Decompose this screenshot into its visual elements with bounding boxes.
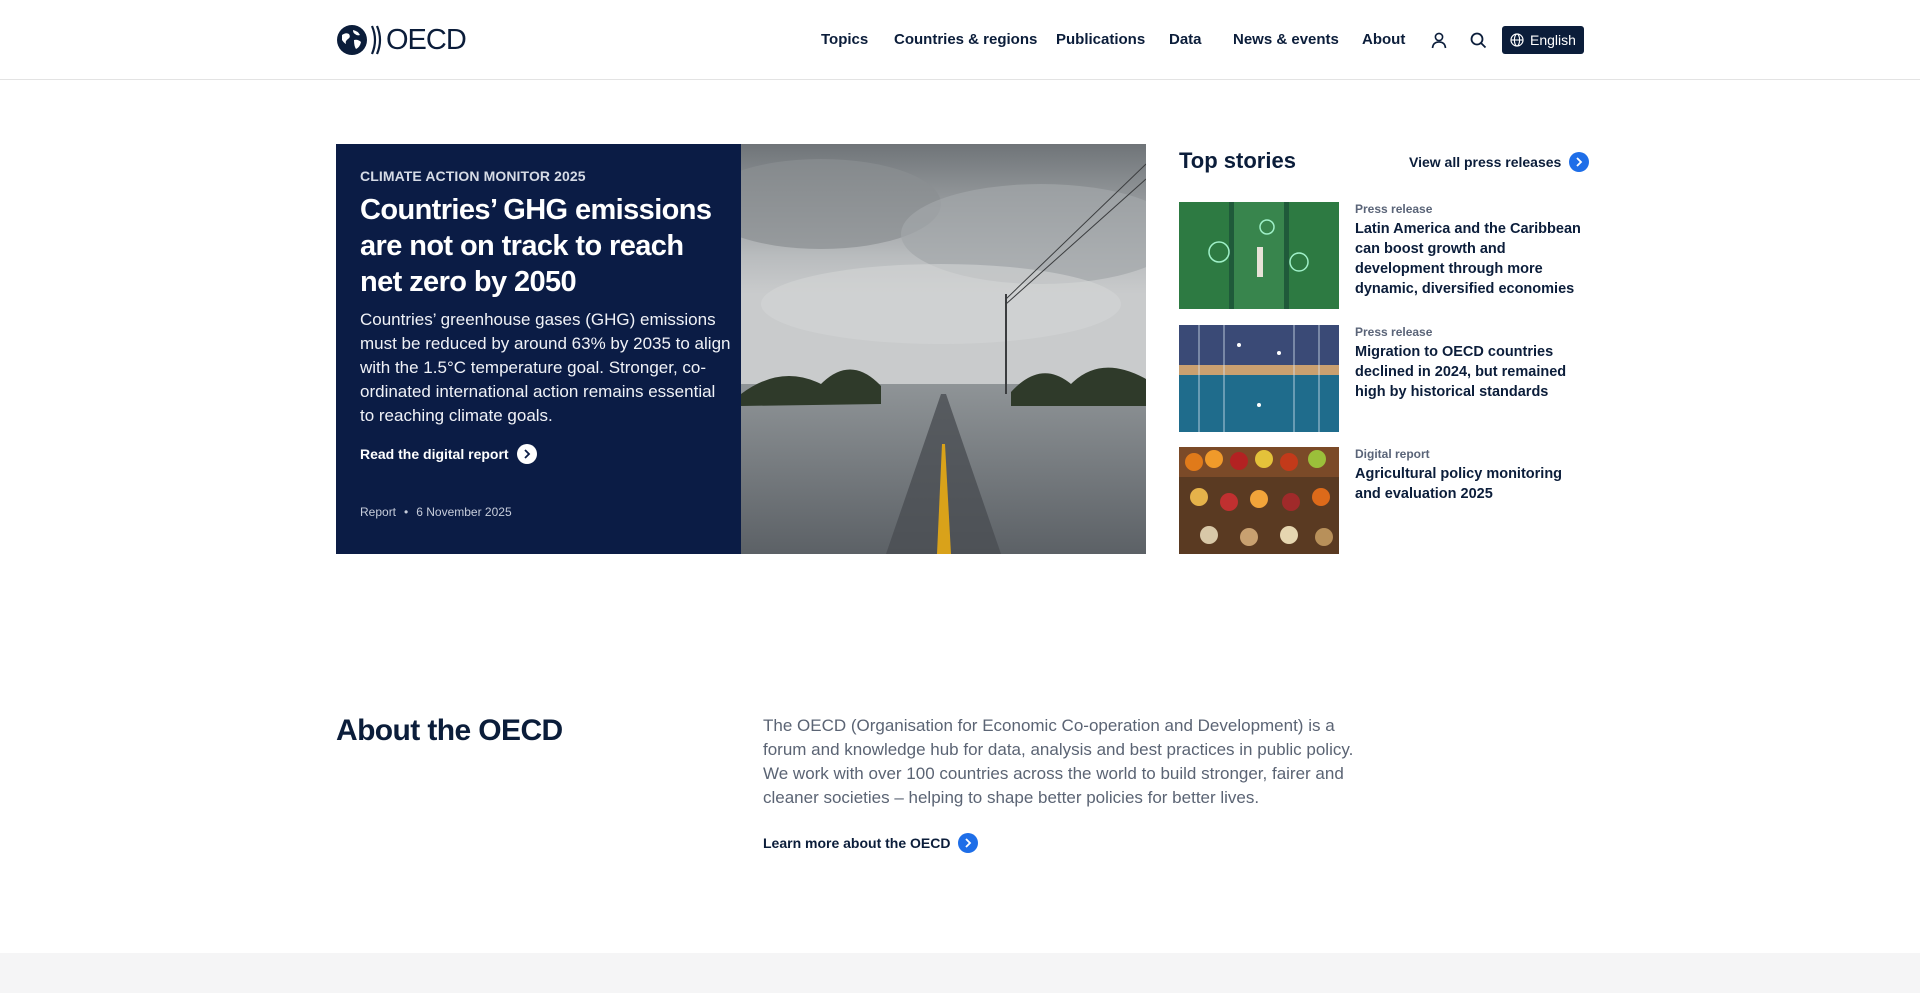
nav-publications[interactable]: Publications <box>1056 31 1145 48</box>
hero-description: Countries’ greenhouse gases (GHG) emissi… <box>360 310 731 425</box>
nav-about[interactable]: About <box>1362 31 1405 48</box>
nav-news-events[interactable]: News & events <box>1233 31 1339 48</box>
view-all-label: View all press releases <box>1409 154 1562 170</box>
footer-band <box>0 953 1920 993</box>
globe-logo-icon <box>337 25 367 55</box>
chevron-right-icon <box>958 833 979 853</box>
language-label: English <box>1530 32 1576 48</box>
logo-waves-icon <box>370 25 382 55</box>
story-card[interactable]: Digital report Agricultural policy monit… <box>1179 447 1585 554</box>
top-stories-heading: Top stories <box>1179 148 1296 173</box>
read-digital-report-link[interactable]: Read the digital report <box>360 444 537 464</box>
about-text: The OECD (Organisation for Economic Co-o… <box>763 716 1354 807</box>
learn-more-about-oecd-link[interactable]: Learn more about the OECD <box>763 833 979 853</box>
meta-separator: • <box>404 505 409 519</box>
produce-market-photo <box>1179 447 1339 554</box>
hero-meta-date: 6 November 2025 <box>416 505 512 519</box>
hero-card: CLIMATE ACTION MONITOR 2025 Countries’ G… <box>336 144 741 554</box>
oecd-logo[interactable]: OECD <box>336 23 467 57</box>
story-card[interactable]: Press release Latin America and the Cari… <box>1179 202 1585 309</box>
story-type: Digital report <box>1355 447 1430 461</box>
about-heading: About the OECD <box>336 714 563 747</box>
vertical-farm-photo <box>1179 202 1339 309</box>
about-link-label: Learn more about the OECD <box>763 835 951 851</box>
story-title[interactable]: Agricultural policy monitoring and evalu… <box>1355 464 1587 504</box>
nav-topics[interactable]: Topics <box>821 31 868 48</box>
globe-icon <box>1510 33 1524 47</box>
nav-data[interactable]: Data <box>1169 31 1202 48</box>
logo-text: OECD <box>386 24 467 56</box>
hero-title[interactable]: Countries’ GHG emissions are not on trac… <box>360 192 725 300</box>
chevron-right-icon <box>1569 152 1590 172</box>
connected-people-illustration <box>1179 325 1339 432</box>
hero-link-label: Read the digital report <box>360 446 509 462</box>
flooded-road-photo[interactable] <box>741 144 1146 554</box>
hero-meta: Report • 6 November 2025 <box>360 505 512 519</box>
chevron-right-icon <box>516 444 537 464</box>
story-title[interactable]: Latin America and the Caribbean can boos… <box>1355 219 1587 299</box>
hero-meta-type: Report <box>360 505 397 519</box>
story-title[interactable]: Migration to OECD countries declined in … <box>1355 342 1587 402</box>
search-icon[interactable] <box>1467 29 1489 51</box>
story-type: Press release <box>1355 325 1433 339</box>
story-card[interactable]: Press release Migration to OECD countrie… <box>1179 325 1585 432</box>
user-icon[interactable] <box>1428 29 1450 51</box>
language-button[interactable]: English <box>1502 26 1584 54</box>
nav-countries-regions[interactable]: Countries & regions <box>894 31 1037 48</box>
site-header: OECD Topics Countries & regions Publicat… <box>0 0 1920 80</box>
view-all-press-releases-link[interactable]: View all press releases <box>1409 152 1590 172</box>
story-type: Press release <box>1355 202 1433 216</box>
hero-kicker: CLIMATE ACTION MONITOR 2025 <box>360 168 586 184</box>
